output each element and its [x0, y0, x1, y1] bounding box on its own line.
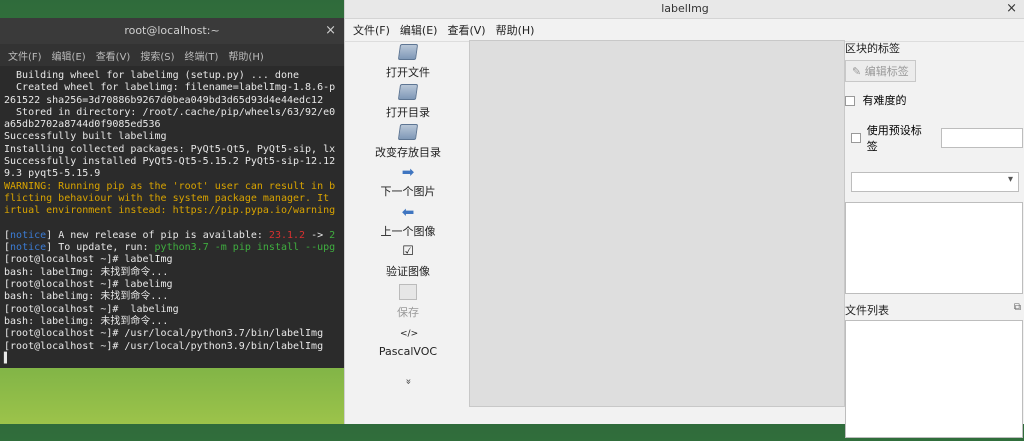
terminal-line: Building wheel for labelimg (setup.py) .… [4, 70, 300, 81]
checkbox-icon: ☑ [402, 244, 414, 259]
menu-file[interactable]: 文件(F) [353, 22, 390, 38]
terminal-output[interactable]: Building wheel for labelimg (setup.py) .… [0, 66, 344, 369]
terminal-line: Successfully built labelimg [4, 131, 167, 143]
terminal-title: root@localhost:~ [124, 24, 220, 37]
terminal-line: bash: labelimg: 未找到命令... [4, 291, 169, 303]
edit-label-button[interactable]: ✎ 编辑标签 [845, 60, 916, 82]
edit-icon: ✎ [852, 65, 862, 78]
menu-view[interactable]: 查看(V) [447, 22, 485, 38]
default-label-input[interactable] [941, 128, 1023, 148]
labelimg-titlebar: labelImg × [345, 0, 1024, 19]
undock-icon[interactable]: ⧉ [1014, 302, 1021, 313]
close-icon[interactable]: × [1006, 0, 1017, 18]
terminal-line: Installing collected packages: PyQt5-Qt5… [4, 143, 336, 155]
terminal-line: [root@localhost ~]# /usr/local/python3.9… [4, 340, 324, 352]
arrow-left-icon: ⬅ [401, 203, 415, 221]
terminal-line: [root@localhost ~]# labelimg [4, 279, 173, 291]
terminal-window[interactable]: root@localhost:~ × 文件(F) 编辑(E) 查看(V) 搜索(… [0, 18, 344, 368]
terminal-line: [root@localhost ~]# /usr/local/python3.7… [4, 328, 324, 340]
difficult-row: 有难度的 [845, 92, 1023, 108]
labelimg-title: labelImg [661, 2, 709, 15]
terminal-line: [root@localhost ~]# labelimg [4, 303, 179, 315]
term-menu-terminal[interactable]: 终端(T) [185, 48, 219, 63]
open-file-button[interactable]: 打开文件 [349, 42, 467, 82]
terminal-line: flicting behaviour with the system packa… [4, 192, 330, 204]
term-menu-search[interactable]: 搜索(S) [140, 48, 174, 63]
open-dir-button[interactable]: 打开目录 [349, 82, 467, 122]
terminal-line: 261522 sha256=3d70886b9267d0bea049bd3d65… [4, 94, 324, 106]
folder-icon [397, 44, 419, 60]
default-label-row: 使用预设标签 [845, 122, 1023, 154]
block-labels-title: 区块的标签 [845, 42, 900, 55]
labelimg-window: labelImg × 文件(F) 编辑(E) 查看(V) 帮助(H) 打开文件 … [344, 0, 1024, 438]
terminal-line: bash: labelImg: 未找到命令... [4, 266, 169, 278]
difficult-checkbox[interactable] [845, 96, 855, 106]
terminal-line: Created wheel for labelimg: filename=lab… [4, 82, 336, 94]
terminal-line: 9.3 pyqt5-5.15.9 [4, 168, 101, 180]
right-panel: 区块的标签 ✎ 编辑标签 有难度的 使用预设标签 文件列表 ⧉ [845, 40, 1023, 438]
terminal-line: ▌ [4, 352, 11, 364]
labelimg-menubar: 文件(F) 编辑(E) 查看(V) 帮助(H) [345, 19, 1024, 42]
terminal-line: [notice] To update, run: python3.7 -m pi… [4, 242, 336, 254]
terminal-line: a65db2702a8744d0f9085ed536 [4, 119, 161, 131]
file-list[interactable] [845, 320, 1023, 438]
change-save-dir-button[interactable]: 改变存放目录 [349, 122, 467, 162]
terminal-line: irtual environment instead: https://pip.… [4, 205, 336, 217]
terminal-line: Stored in directory: /root/.cache/pip/wh… [4, 106, 336, 118]
image-canvas[interactable] [469, 40, 845, 407]
toolbar-more-icon[interactable]: » [403, 323, 414, 441]
verify-image-button[interactable]: ☑ 验证图像 [349, 242, 467, 282]
term-menu-file[interactable]: 文件(F) [8, 48, 42, 63]
arrow-right-icon: ➡ [401, 163, 415, 181]
folder-icon [397, 124, 419, 140]
terminal-menubar: 文件(F) 编辑(E) 查看(V) 搜索(S) 终端(T) 帮助(H) [0, 44, 344, 66]
save-icon [399, 284, 417, 300]
label-combo[interactable] [851, 172, 1019, 192]
toolbar: 打开文件 打开目录 改变存放目录 ➡ 下一个图片 ⬅ 上一个图像 ☑ 验证图像 … [349, 42, 467, 412]
terminal-line: Successfully installed PyQt5-Qt5-5.15.2 … [4, 156, 336, 168]
use-default-label-checkbox[interactable] [851, 133, 861, 143]
terminal-line: [notice] A new release of pip is availab… [4, 229, 336, 241]
folder-icon [397, 84, 419, 100]
next-image-button[interactable]: ➡ 下一个图片 [349, 162, 467, 202]
label-list[interactable] [845, 202, 1023, 294]
terminal-titlebar: root@localhost:~ × [0, 18, 344, 44]
menu-edit[interactable]: 编辑(E) [400, 22, 438, 38]
term-menu-edit[interactable]: 编辑(E) [52, 48, 86, 63]
file-list-header: 文件列表 ⧉ [845, 302, 1023, 318]
terminal-line: bash: labelimg: 未找到命令... [4, 315, 169, 327]
menu-help[interactable]: 帮助(H) [496, 22, 535, 38]
terminal-line: [root@localhost ~]# labelImg [4, 254, 173, 266]
prev-image-button[interactable]: ⬅ 上一个图像 [349, 202, 467, 242]
difficult-label: 有难度的 [862, 94, 907, 107]
use-default-label-text: 使用预设标签 [866, 124, 922, 153]
save-button[interactable]: 保存 [349, 282, 467, 322]
term-menu-view[interactable]: 查看(V) [96, 48, 131, 63]
file-list-title: 文件列表 [845, 304, 889, 317]
terminal-line: WARNING: Running pip as the 'root' user … [4, 180, 336, 192]
terminal-close-icon[interactable]: × [325, 18, 336, 44]
term-menu-help[interactable]: 帮助(H) [228, 48, 263, 63]
